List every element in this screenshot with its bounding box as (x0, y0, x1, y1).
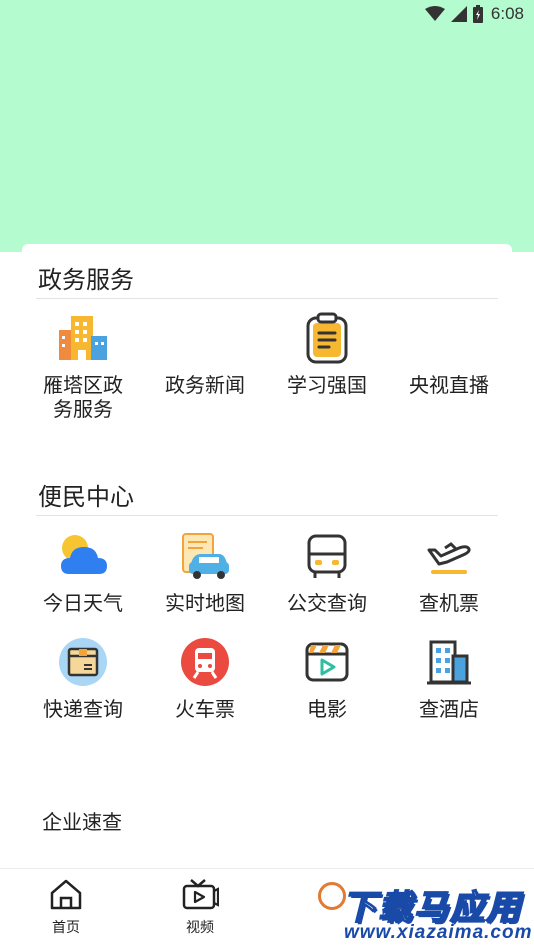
movie-icon (305, 642, 349, 682)
train-icon (181, 638, 229, 686)
grid-item-label: 查酒店 (419, 699, 479, 721)
battery-icon (472, 5, 483, 23)
section-title-convenience: 便民中心 (38, 484, 134, 511)
home-icon (50, 879, 82, 910)
grid-item-label: 今日天气 (43, 593, 123, 615)
grid-item-label: 雁塔区政务服务 (43, 375, 123, 421)
wifi-icon (424, 6, 445, 21)
grid-item-news[interactable]: 政务新闻 (144, 312, 266, 398)
grid-item-label: 公交查询 (287, 593, 367, 615)
weather-icon (61, 535, 107, 574)
status-bar: 6:08 (0, 0, 534, 28)
grid-item-label: 学习强国 (287, 375, 367, 397)
video-icon (182, 879, 219, 910)
grid-item-map[interactable]: 实时地图 (144, 530, 266, 616)
grid-item-label: 政务新闻 (165, 375, 245, 397)
enterprise-lookup-link[interactable]: 企业速查 (42, 806, 122, 835)
grid-item-label: 火车票 (175, 699, 235, 721)
tab-label: 视频 (186, 919, 214, 935)
grid-item-bus[interactable]: 公交查询 (266, 530, 388, 616)
divider (36, 515, 498, 516)
watermark-url: www.xiazaima.com (344, 922, 533, 943)
grid-item-movie[interactable]: 电影 (266, 636, 388, 722)
grid-item-hotel[interactable]: 查酒店 (388, 636, 510, 722)
bus-icon (307, 534, 347, 578)
grid-item-label: 央视直播 (409, 375, 489, 397)
grid-item-label: 查机票 (419, 593, 479, 615)
divider (36, 298, 498, 299)
section-title-gov: 政务服务 (38, 267, 134, 294)
grid-item-label: 快递查询 (43, 699, 123, 721)
grid-item-label: 实时地图 (165, 593, 245, 615)
grid-item-train[interactable]: 火车票 (144, 636, 266, 722)
building-icon (59, 316, 107, 360)
grid-item-weather[interactable]: 今日天气 (22, 530, 144, 616)
watermark: 下载马应用 www.xiazaima.com (318, 876, 532, 946)
grid-item-xuexi[interactable]: 学习强国 (266, 312, 388, 398)
status-icons: 6:08 (424, 4, 524, 24)
hotel-icon (427, 640, 471, 685)
tab-home[interactable]: 首页 (16, 877, 116, 937)
tab-label: 首页 (52, 919, 80, 935)
news-icon (179, 312, 231, 364)
map-car-icon (182, 533, 229, 579)
grid-item-yanta[interactable]: 雁塔区政务服务 (22, 312, 144, 422)
grid-item-label: 电影 (307, 699, 347, 721)
grid-item-flight[interactable]: 查机票 (388, 530, 510, 616)
tv-icon (423, 312, 475, 364)
airplane-icon (427, 542, 471, 574)
signal-icon (450, 6, 467, 22)
grid-item-cctv[interactable]: 央视直播 (388, 312, 510, 398)
status-time: 6:08 (490, 4, 524, 23)
package-icon (59, 638, 107, 686)
clipboard-icon (306, 312, 348, 364)
services-card: 政务服务 雁塔区政务服务 政务新闻 学习强国 央视直播 便民中心 今日天气 实时… (22, 244, 512, 884)
banner[interactable] (0, 28, 534, 252)
grid-item-express[interactable]: 快递查询 (22, 636, 144, 722)
tab-video[interactable]: 视频 (150, 877, 250, 937)
